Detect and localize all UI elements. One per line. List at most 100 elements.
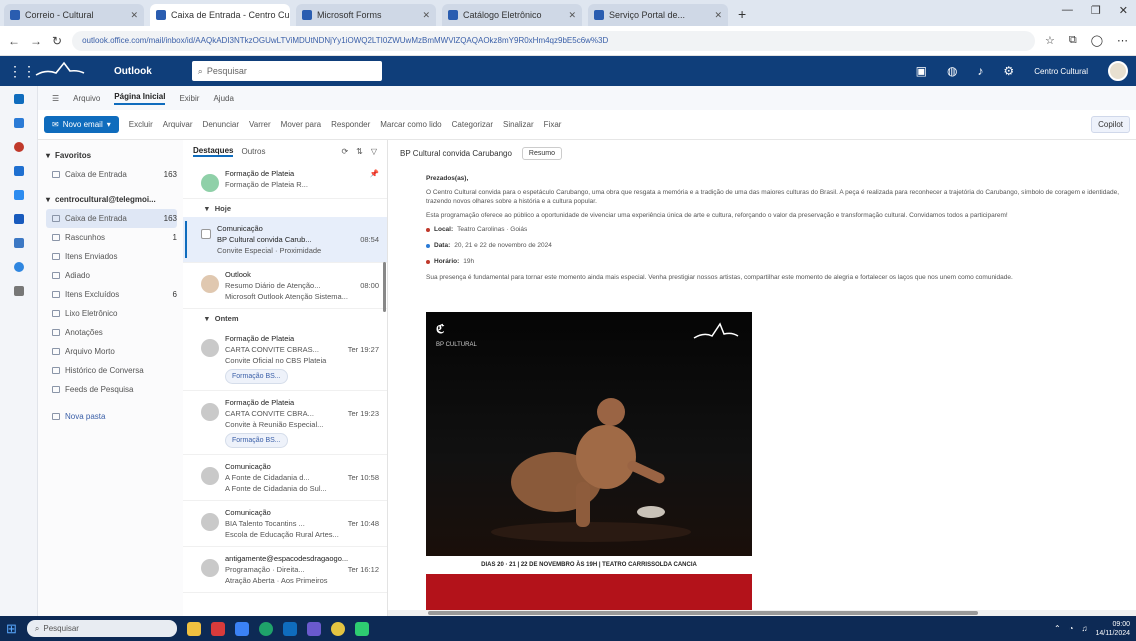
pinned-message[interactable]: Formação de Plateia 📌 Formação de Plateia … <box>183 162 387 199</box>
notifications-icon[interactable]: ♪ <box>977 64 983 78</box>
extensions-icon[interactable]: ⧉ <box>1069 34 1077 47</box>
org-chart-icon[interactable] <box>13 238 24 248</box>
people-icon[interactable] <box>13 142 24 152</box>
list-item[interactable]: Outlook Resumo Diário de Atenção... 08:00 M… <box>183 263 387 309</box>
volume-icon[interactable]: ♫ <box>1081 624 1087 633</box>
browser-tab[interactable]: Serviço Portal de... ✕ <box>588 4 728 26</box>
list-scrollbar[interactable] <box>383 262 386 312</box>
close-tab-icon[interactable]: ✕ <box>714 10 722 21</box>
mark-read-button[interactable]: Marcar como lido <box>380 120 441 129</box>
sort-icon[interactable]: ⇅ <box>356 147 363 156</box>
file-explorer-icon[interactable] <box>186 621 201 636</box>
list-item[interactable]: Comunicação BP Cultural convida Carub... 0… <box>183 217 387 263</box>
list-item[interactable]: Comunicação BIA Talento Tocantins ... Ter … <box>183 501 387 547</box>
outlook-icon[interactable] <box>282 621 297 636</box>
windows-start-icon[interactable]: ⊞ <box>6 621 17 637</box>
back-icon[interactable]: ← <box>8 34 20 48</box>
search-input[interactable]: ⌕ Pesquisar <box>191 61 382 81</box>
folder-snoozed[interactable]: Adiado <box>46 266 177 285</box>
photos-icon[interactable] <box>306 621 321 636</box>
profile-icon[interactable]: ◯ <box>1091 34 1103 47</box>
chevron-down-icon[interactable]: ▾ <box>107 120 111 129</box>
browser-tab-active[interactable]: Caixa de Entrada - Centro Cult...✕ <box>150 4 290 26</box>
browser-tab[interactable]: Catálogo Eletrônico ✕ <box>442 4 582 26</box>
archive-button[interactable]: Arquivar <box>163 120 193 129</box>
folder-notes[interactable]: Anotações <box>46 323 177 342</box>
list-item[interactable]: Comunicação A Fonte de Cidadania d... Ter … <box>183 455 387 501</box>
copilot-button[interactable]: Copilot <box>1091 116 1130 133</box>
flag-button[interactable]: Sinalizar <box>503 120 534 129</box>
tab-pagina-inicial[interactable]: Página Inicial <box>114 92 166 105</box>
delete-button[interactable]: Excluir <box>129 120 153 129</box>
wifi-icon[interactable]: ◔ <box>1069 624 1074 633</box>
reply-button[interactable]: Responder <box>331 120 370 129</box>
meet-now-icon[interactable]: ▣ <box>916 64 927 78</box>
folder-archive[interactable]: Arquivo Morto <box>46 342 177 361</box>
clock[interactable]: 09:00 14/11/2024 <box>1095 620 1130 638</box>
onedrive-icon[interactable] <box>13 262 24 272</box>
settings-gear-icon[interactable]: ⚙ <box>1003 64 1014 78</box>
menu-icon[interactable]: ⋯ <box>1117 34 1128 47</box>
close-tab-icon[interactable]: ✕ <box>422 10 430 21</box>
account-name[interactable]: Centro Cultural <box>1034 67 1088 76</box>
taskbar-search-input[interactable]: ⌕ Pesquisar <box>26 620 177 637</box>
folder-deleted[interactable]: Itens Excluídos 6 <box>46 285 177 304</box>
favorites-header[interactable]: ▾ Favoritos <box>46 146 177 165</box>
account-header[interactable]: ▾ centrocultural@telegmoi... <box>46 190 177 209</box>
sweep-button[interactable]: Varrer <box>249 120 271 129</box>
new-folder-link[interactable]: Nova pasta <box>46 407 177 426</box>
avatar[interactable] <box>1108 61 1128 81</box>
tab-exibir[interactable]: Exibir <box>179 94 199 103</box>
tab-other[interactable]: Outros <box>241 147 265 156</box>
url-field[interactable]: outlook.office.com/mail/inbox/id/AAQkADI… <box>72 30 1035 51</box>
pin-button[interactable]: Fixar <box>544 120 562 129</box>
new-mail-button[interactable]: ✉ Novo email ▾ <box>44 116 119 133</box>
close-tab-icon[interactable]: ✕ <box>130 10 138 21</box>
reload-icon[interactable]: ↻ <box>52 34 62 48</box>
folder-rss[interactable]: Feeds de Pesquisa <box>46 380 177 399</box>
tab-arquivo[interactable]: Arquivo <box>73 94 100 103</box>
new-tab-icon[interactable]: + <box>738 6 746 22</box>
copilot-icon[interactable]: ⟳ <box>341 147 348 156</box>
maximize-icon[interactable]: ❐ <box>1091 4 1101 17</box>
folder-drafts[interactable]: Rascunhos 1 <box>46 228 177 247</box>
browser-tab[interactable]: Microsoft Forms ✕ <box>296 4 436 26</box>
tab-focused[interactable]: Destaques <box>193 146 234 157</box>
summary-button[interactable]: Resumo <box>521 146 562 160</box>
folder-junk[interactable]: Lixo Eletrônico <box>46 304 177 323</box>
close-tab-icon[interactable]: ✕ <box>568 10 576 21</box>
forward-icon[interactable]: → <box>30 34 42 48</box>
categorize-button[interactable]: Categorizar <box>452 120 493 129</box>
chrome-icon[interactable] <box>330 621 345 636</box>
store-icon[interactable] <box>234 621 249 636</box>
report-button[interactable]: Denunciar <box>203 120 239 129</box>
app-launcher-icon[interactable]: ⋮⋮ <box>8 63 36 80</box>
list-item[interactable]: Formação de Plateia CARTA CONVITE CBRAS..… <box>183 327 387 391</box>
folder-sent[interactable]: Itens Enviados <box>46 247 177 266</box>
checkbox-icon[interactable] <box>201 229 211 239</box>
attachment-chip[interactable]: Formação BS... <box>225 433 288 448</box>
todo-icon[interactable] <box>13 190 24 200</box>
browser-tab[interactable]: Correio - Cultural ✕ <box>4 4 144 26</box>
more-apps-icon[interactable] <box>13 286 24 296</box>
app-icon[interactable] <box>210 621 225 636</box>
group-header-today[interactable]: ▾ Hoje <box>183 199 387 217</box>
group-header-yesterday[interactable]: ▾ Ontem <box>183 309 387 327</box>
folder-favorite-inbox[interactable]: Caixa de Entrada 163 <box>46 165 177 184</box>
collapse-nav-icon[interactable]: ☰ <box>52 94 59 103</box>
mail-icon[interactable] <box>13 94 24 104</box>
app-icon[interactable] <box>354 621 369 636</box>
calendar-icon[interactable] <box>13 118 24 128</box>
close-window-icon[interactable]: ✕ <box>1119 4 1128 17</box>
favorite-star-icon[interactable]: ☆ <box>1045 34 1055 47</box>
edge-icon[interactable] <box>258 621 273 636</box>
list-item[interactable]: antigamente@espacodesdragaogo... Programa… <box>183 547 387 593</box>
word-icon[interactable] <box>13 214 24 224</box>
filter-icon[interactable]: ▽ <box>371 147 377 156</box>
attachment-chip[interactable]: Formação BS... <box>225 369 288 384</box>
chevron-up-icon[interactable]: ⌃ <box>1054 624 1061 633</box>
teams-icon[interactable]: ◍ <box>947 64 957 78</box>
folder-conversation-history[interactable]: Histórico de Conversa <box>46 361 177 380</box>
move-to-button[interactable]: Mover para <box>281 120 321 129</box>
groups-icon[interactable] <box>13 166 24 176</box>
